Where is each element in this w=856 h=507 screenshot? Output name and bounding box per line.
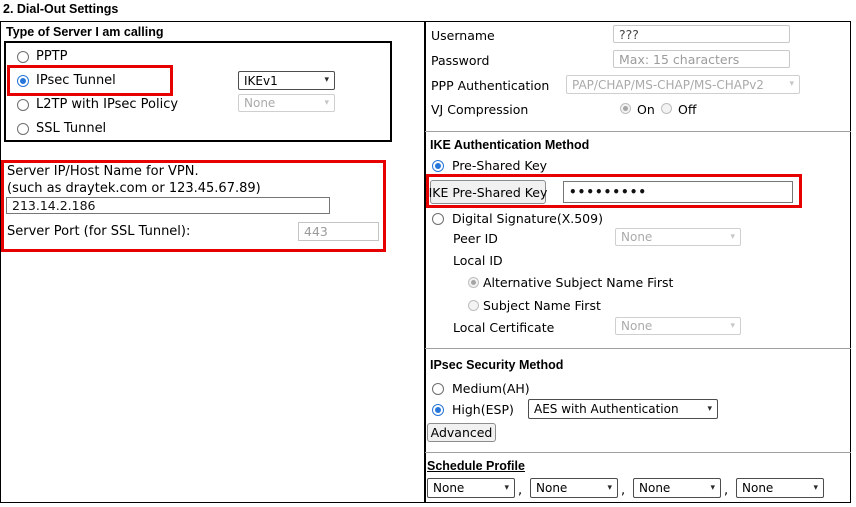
dial-out-settings-page: 2. Dial-Out Settings Type of Server I am… — [0, 0, 856, 507]
chevron-down-icon: ▾ — [813, 484, 818, 493]
schedule-select-1[interactable]: None ▾ — [427, 478, 515, 498]
l2tp-policy-select: None ▾ — [238, 94, 335, 112]
chevron-down-icon: ▾ — [504, 484, 509, 493]
peer-id-select: None ▾ — [615, 228, 741, 246]
chevron-down-icon: ▾ — [789, 80, 794, 89]
section-divider — [425, 452, 851, 453]
pptp-radio-label: PPTP — [36, 49, 67, 65]
ike-auth-section-title: IKE Authentication Method — [430, 138, 589, 152]
schedule-select-4[interactable]: None ▾ — [736, 478, 824, 498]
esp-method-select[interactable]: AES with Authentication ▾ — [528, 399, 718, 419]
schedule-separator: , — [724, 481, 728, 501]
l2tp-policy-select-value: None — [244, 96, 275, 110]
ssl-radio-label: SSL Tunnel — [36, 121, 106, 137]
pre-shared-key-radio-label: Pre-Shared Key — [452, 158, 547, 173]
local-cert-select-value: None — [621, 319, 652, 333]
l2tp-radio[interactable] — [17, 99, 29, 111]
chevron-down-icon: ▾ — [324, 76, 329, 85]
ppp-auth-label: PPP Authentication — [431, 78, 549, 93]
vj-on-label: On — [637, 102, 655, 117]
local-cert-select: None ▾ — [615, 317, 741, 335]
peer-id-select-value: None — [621, 230, 652, 244]
advanced-button[interactable]: Advanced — [427, 423, 496, 442]
schedule-select-2-value: None — [536, 481, 567, 495]
chevron-down-icon: ▾ — [730, 322, 735, 331]
chevron-down-icon: ▾ — [710, 484, 715, 493]
digital-signature-radio-label: Digital Signature(X.509) — [452, 211, 603, 226]
alt-subject-radio-label: Alternative Subject Name First — [483, 275, 673, 290]
digital-signature-radio[interactable] — [432, 213, 444, 225]
server-ip-label-line1: Server IP/Host Name for VPN. — [7, 164, 199, 180]
vj-compression-label: VJ Compression — [431, 102, 528, 117]
medium-ah-radio[interactable] — [432, 383, 444, 395]
schedule-select-1-value: None — [433, 481, 464, 495]
schedule-select-3[interactable]: None ▾ — [633, 478, 721, 498]
chevron-down-icon: ▾ — [730, 233, 735, 242]
ike-version-select-value: IKEv1 — [244, 74, 278, 88]
peer-id-label: Peer ID — [453, 231, 498, 246]
vj-off-radio — [661, 103, 672, 114]
ipsec-method-section-title: IPsec Security Method — [430, 358, 563, 372]
vj-off-label: Off — [678, 102, 696, 117]
username-input[interactable] — [613, 25, 790, 43]
vj-on-radio — [620, 103, 631, 114]
schedule-select-3-value: None — [639, 481, 670, 495]
local-cert-label: Local Certificate — [453, 320, 554, 335]
chevron-down-icon: ▾ — [324, 99, 329, 108]
subject-name-radio — [468, 300, 479, 311]
schedule-select-2[interactable]: None ▾ — [530, 478, 618, 498]
subject-name-radio-label: Subject Name First — [483, 298, 601, 313]
section-divider — [425, 348, 851, 349]
ike-psk-button[interactable]: IKE Pre-Shared Key — [430, 180, 546, 204]
section-divider — [425, 131, 851, 132]
local-id-label: Local ID — [453, 253, 503, 268]
password-input[interactable] — [613, 50, 790, 68]
server-type-box-title: Type of Server I am calling — [6, 25, 163, 39]
schedule-select-4-value: None — [742, 481, 773, 495]
username-label: Username — [431, 28, 495, 43]
ppp-auth-select: PAP/CHAP/MS-CHAP/MS-CHAPv2 ▾ — [566, 75, 800, 94]
server-ip-input[interactable] — [6, 197, 330, 214]
server-port-label: Server Port (for SSL Tunnel): — [7, 224, 190, 240]
chevron-down-icon: ▾ — [707, 405, 712, 414]
high-esp-radio[interactable] — [432, 404, 444, 416]
ppp-auth-select-value: PAP/CHAP/MS-CHAP/MS-CHAPv2 — [572, 78, 764, 92]
ipsec-tunnel-radio[interactable] — [17, 75, 29, 87]
medium-ah-radio-label: Medium(AH) — [452, 381, 530, 396]
pre-shared-key-radio[interactable] — [432, 160, 444, 172]
chevron-down-icon: ▾ — [607, 484, 612, 493]
pptp-radio[interactable] — [17, 51, 29, 63]
ike-version-select[interactable]: IKEv1 ▾ — [238, 71, 335, 90]
high-esp-radio-label: High(ESP) — [452, 402, 514, 417]
ssl-radio[interactable] — [17, 123, 29, 135]
server-ip-label-line2: (such as draytek.com or 123.45.67.89) — [7, 181, 261, 197]
ike-psk-input[interactable] — [563, 181, 793, 203]
esp-method-select-value: AES with Authentication — [534, 402, 679, 416]
password-label: Password — [431, 53, 489, 68]
l2tp-radio-label: L2TP with IPsec Policy — [36, 97, 178, 113]
column-divider — [424, 21, 426, 503]
page-title: 2. Dial-Out Settings — [3, 2, 118, 16]
ipsec-tunnel-radio-label: IPsec Tunnel — [36, 73, 116, 89]
server-port-input — [298, 222, 379, 241]
schedule-separator: , — [621, 481, 625, 501]
schedule-separator: , — [518, 481, 522, 501]
schedule-section-title: Schedule Profile — [427, 459, 525, 473]
alt-subject-radio — [468, 277, 479, 288]
